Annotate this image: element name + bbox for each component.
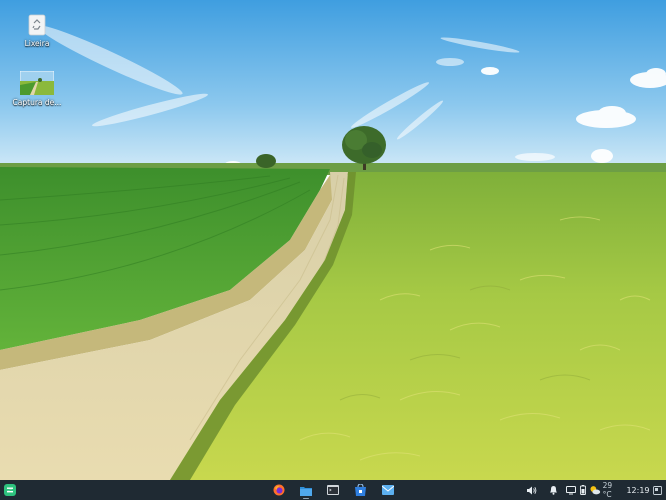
clock[interactable]: 12:19 <box>626 483 650 497</box>
desktop-icon-trash[interactable]: Lixeira <box>11 14 63 48</box>
taskbar-app-files[interactable] <box>299 483 313 499</box>
wallpaper <box>0 0 666 480</box>
show-desktop-button[interactable] <box>651 483 663 497</box>
desktop-icon-screenshot[interactable]: Captura de... <box>11 71 63 107</box>
trash-icon <box>28 14 46 36</box>
folder-icon <box>300 486 312 496</box>
tree-small <box>256 154 276 168</box>
taskbar-app-terminal[interactable] <box>326 483 340 497</box>
show-desktop-icon <box>652 485 662 495</box>
partly-cloudy-icon <box>590 486 601 495</box>
taskbar-app-firefox[interactable] <box>272 483 286 497</box>
battery-icon <box>580 485 586 495</box>
desktop-icon-label: Captura de... <box>12 98 62 107</box>
zorin-menu-icon <box>4 484 16 496</box>
image-thumbnail-icon <box>20 71 54 95</box>
taskbar: 29 °C 12:19 <box>0 480 666 500</box>
desktop: Lixeira Captura de... 29 °C 12:19 <box>0 0 666 500</box>
start-menu-button[interactable] <box>3 483 17 497</box>
weather-indicator[interactable]: 29 °C <box>589 481 623 499</box>
firefox-icon <box>273 484 285 496</box>
speaker-icon <box>527 486 537 494</box>
taskbar-app-software[interactable] <box>353 483 367 497</box>
display-button[interactable] <box>565 483 577 497</box>
volume-button[interactable] <box>526 483 538 497</box>
mail-icon <box>382 485 394 495</box>
running-indicator <box>303 497 309 499</box>
battery-indicator[interactable] <box>578 483 588 497</box>
temperature-label: 29 °C <box>602 481 613 499</box>
notifications-button[interactable] <box>547 483 559 497</box>
software-store-icon <box>354 484 366 496</box>
desktop-icon-label: Lixeira <box>24 39 50 48</box>
monitor-icon <box>566 485 576 494</box>
clock-time: 12:19 <box>626 485 650 495</box>
taskbar-app-mail[interactable] <box>381 483 395 497</box>
bell-icon <box>549 486 557 495</box>
terminal-icon <box>327 485 339 495</box>
